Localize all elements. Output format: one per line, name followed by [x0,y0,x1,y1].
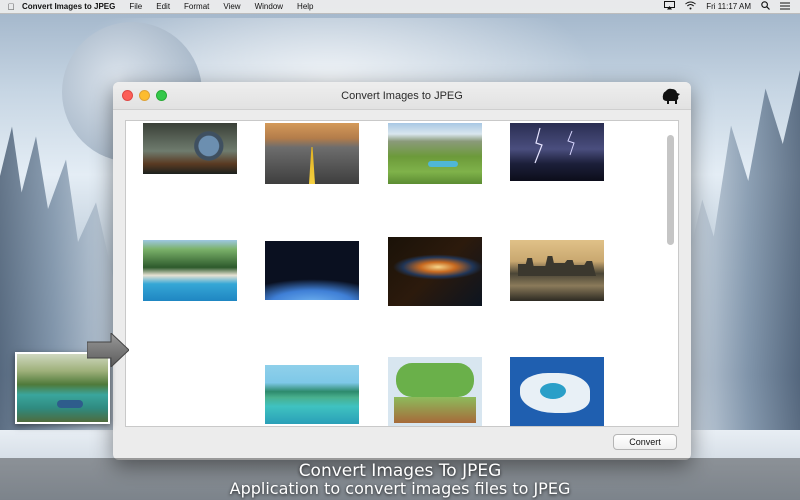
thumbnail-image[interactable] [265,123,359,184]
thumbnail-image[interactable] [143,123,237,174]
minimize-window-button[interactable] [139,90,150,101]
airplay-icon[interactable] [664,1,676,12]
menu-file[interactable]: File [129,2,142,11]
caption-subtitle: Application to convert images files to J… [229,479,571,498]
thumbnail-image[interactable] [265,241,359,300]
menubar-clock[interactable]: Fri 11:17 AM [706,2,751,11]
close-window-button[interactable] [122,90,133,101]
drag-arrow-icon [87,333,129,367]
app-window: Convert Images to JPEG Convert [113,82,691,460]
thumbnail-image[interactable] [388,123,482,184]
menu-view[interactable]: View [223,2,240,11]
app-menu[interactable]: Convert Images to JPEG [22,2,115,11]
thumbnail-image[interactable] [510,357,604,426]
image-drop-area[interactable] [125,120,679,427]
notification-center-icon[interactable] [780,2,790,12]
window-title: Convert Images to JPEG [341,89,463,102]
lion-icon [662,88,680,104]
thumbnail-image[interactable] [388,237,482,306]
thumbnail-image[interactable] [265,365,359,424]
menu-format[interactable]: Format [184,2,209,11]
thumbnail-image[interactable] [510,240,604,301]
boat-shape [57,400,83,408]
wifi-icon[interactable] [685,1,697,12]
window-titlebar[interactable]: Convert Images to JPEG [113,82,691,110]
thumbnail-image[interactable] [388,357,482,426]
menubar:  Convert Images to JPEG File Edit Forma… [0,0,800,14]
menu-window[interactable]: Window [255,2,283,11]
menu-help[interactable]: Help [297,2,313,11]
thumbnail-image[interactable] [510,123,604,181]
apple-menu-icon[interactable]:  [0,2,22,12]
zoom-window-button[interactable] [156,90,167,101]
spotlight-search-icon[interactable] [761,1,770,12]
window-controls [122,90,167,101]
thumbnail-image[interactable] [143,240,237,301]
caption-title: Convert Images To JPEG [298,461,502,481]
vertical-scrollbar[interactable] [667,135,674,245]
convert-button[interactable]: Convert [613,434,677,450]
menu-edit[interactable]: Edit [156,2,170,11]
